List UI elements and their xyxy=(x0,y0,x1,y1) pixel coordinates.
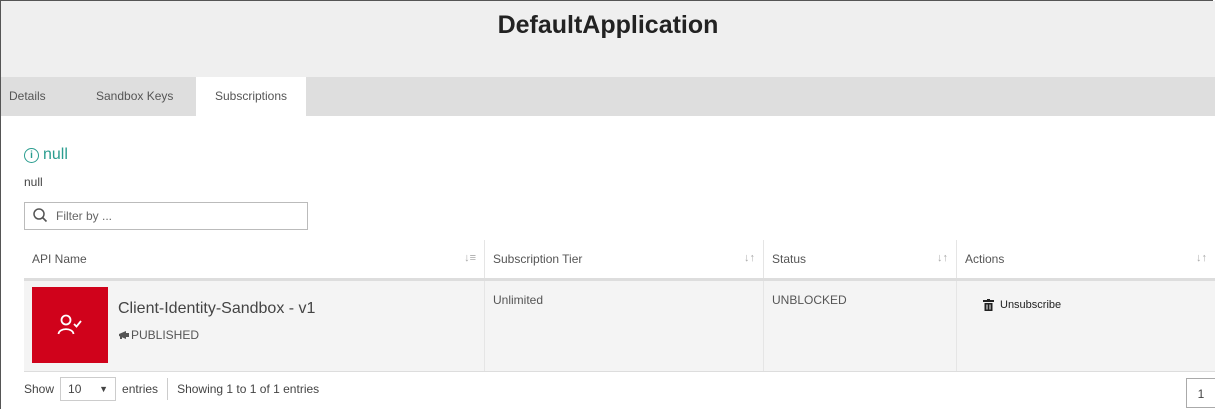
table-row: Client-Identity-Sandbox - v1 PUBLISHED U… xyxy=(24,279,1215,372)
table-footer: Show 10 ▼ entries Showing 1 to 1 of 1 en… xyxy=(24,377,319,401)
tier-cell: Unlimited xyxy=(484,279,764,372)
filter-box[interactable] xyxy=(24,202,308,230)
unsubscribe-button[interactable]: Unsubscribe xyxy=(983,299,1061,311)
page-button-1[interactable]: 1 xyxy=(1186,378,1215,408)
search-icon xyxy=(33,208,48,223)
entries-label: entries xyxy=(122,382,159,396)
sort-icon[interactable]: ↓↑ xyxy=(1196,252,1207,264)
column-label: Status xyxy=(772,252,807,266)
info-icon: i xyxy=(24,147,39,163)
column-header-actions[interactable]: Actions ↓↑ xyxy=(956,240,1215,281)
unsubscribe-label: Unsubscribe xyxy=(1000,299,1062,311)
page-length-select[interactable]: 10 ▼ xyxy=(60,377,117,401)
column-header-status[interactable]: Status ↓↑ xyxy=(763,240,957,281)
sort-icon[interactable]: ↓↑ xyxy=(744,252,755,264)
info-heading-text: null xyxy=(43,146,68,163)
tab-subscriptions[interactable]: Subscriptions xyxy=(196,77,306,116)
trash-icon xyxy=(983,299,994,311)
page-length-value: 10 xyxy=(68,382,82,396)
sort-icon[interactable]: ↓≡ xyxy=(464,252,476,264)
sort-icon[interactable]: ↓↑ xyxy=(937,252,948,264)
app-title: DefaultApplication xyxy=(497,11,719,39)
app-header: DefaultApplication xyxy=(1,1,1215,77)
tab-sandbox-keys[interactable]: Sandbox Keys xyxy=(96,77,173,116)
column-label: Subscription Tier xyxy=(493,252,583,266)
status-value: UNBLOCKED xyxy=(772,293,847,307)
api-status-text: PUBLISHED xyxy=(131,328,200,342)
status-cell: UNBLOCKED xyxy=(763,279,957,372)
api-name-link[interactable]: Client-Identity-Sandbox - v1 xyxy=(118,300,315,318)
api-lifecycle-status: PUBLISHED xyxy=(118,328,315,342)
dropdown-arrow-icon: ▼ xyxy=(99,384,109,394)
megaphone-icon xyxy=(119,331,129,339)
info-text: null xyxy=(24,175,43,189)
divider xyxy=(167,378,169,400)
tab-details[interactable]: Details xyxy=(9,77,46,116)
api-thumbnail[interactable] xyxy=(32,287,108,363)
filter-input[interactable] xyxy=(54,208,298,224)
actions-cell: Unsubscribe xyxy=(956,279,1215,372)
showing-info: Showing 1 to 1 of 1 entries xyxy=(177,382,320,396)
tier-value: Unlimited xyxy=(493,293,544,307)
api-name-cell: Client-Identity-Sandbox - v1 PUBLISHED xyxy=(24,279,485,372)
column-header-api-name[interactable]: API Name ↓≡ xyxy=(24,240,485,281)
tab-bar: Details Sandbox Keys Subscriptions xyxy=(1,77,1215,116)
user-check-icon xyxy=(57,314,82,335)
info-heading: i null xyxy=(24,146,68,164)
column-label: API Name xyxy=(32,252,87,266)
show-label: Show xyxy=(24,382,55,396)
subscriptions-table: API Name ↓≡ Subscription Tier ↓↑ Status … xyxy=(24,240,1215,372)
column-label: Actions xyxy=(965,252,1005,266)
column-header-subscription-tier[interactable]: Subscription Tier ↓↑ xyxy=(484,240,764,281)
